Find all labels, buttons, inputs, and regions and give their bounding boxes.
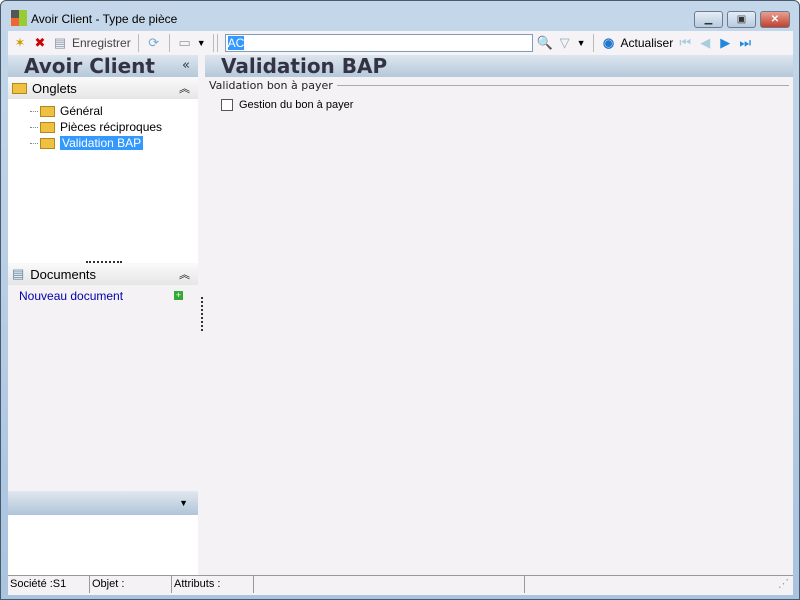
sync-icon[interactable]: ⟳ bbox=[146, 35, 162, 51]
new-document-link[interactable]: Nouveau document bbox=[19, 289, 123, 303]
save-icon[interactable]: ▤ bbox=[52, 35, 68, 51]
tree-item-label: Pièces réciproques bbox=[60, 120, 163, 134]
app-window: Avoir Client - Type de pièce ▁ ▣ ✕ ✶ ✖ ▤… bbox=[0, 0, 800, 600]
vertical-splitter[interactable] bbox=[201, 297, 203, 331]
panel-options-button[interactable]: ▼ bbox=[8, 491, 198, 515]
folder-icon bbox=[12, 82, 27, 94]
gestion-bap-checkbox[interactable]: Gestion du bon à payer bbox=[221, 99, 353, 111]
app-icon bbox=[11, 10, 27, 26]
documents-section-header[interactable]: ▤ Documents ︽ bbox=[8, 263, 198, 285]
status-attributs: Attributs : bbox=[172, 576, 254, 593]
checkbox-box[interactable] bbox=[221, 99, 233, 111]
tree-item-general[interactable]: Général bbox=[30, 103, 103, 119]
new-icon[interactable]: ✶ bbox=[12, 35, 28, 51]
search-input[interactable]: AC bbox=[224, 34, 533, 52]
documents-section-label: Documents bbox=[30, 266, 97, 282]
folder-icon bbox=[40, 121, 55, 133]
tree-item-label: Général bbox=[60, 104, 103, 118]
main-title-text: Validation BAP bbox=[221, 54, 388, 78]
collapse-icon[interactable]: ︽ bbox=[179, 80, 190, 96]
status-bar: Société :S1 Objet : Attributs : ⋰ bbox=[8, 575, 793, 593]
resize-grip[interactable]: ⋰ bbox=[525, 576, 793, 593]
tree-item-label: Validation BAP bbox=[60, 136, 144, 150]
main-panel: Validation BAP Validation bon à payer Ge… bbox=[205, 54, 793, 575]
tabs-tree: Général Pièces réciproques Validation BA… bbox=[8, 99, 198, 263]
collapse-panel-button[interactable]: « bbox=[182, 58, 190, 73]
close-button[interactable]: ✕ bbox=[760, 11, 790, 28]
filter-icon[interactable]: ▽ bbox=[557, 35, 573, 51]
panel-title: Avoir Client « bbox=[8, 54, 198, 78]
validation-group: Validation bon à payer bbox=[209, 79, 789, 92]
next-record-icon[interactable]: ▶ bbox=[717, 35, 733, 51]
print-dropdown-icon[interactable]: ▼ bbox=[197, 38, 206, 48]
search-value: AC bbox=[227, 36, 245, 50]
collapse-icon[interactable]: ︽ bbox=[179, 266, 190, 282]
print-icon[interactable]: ▭ bbox=[177, 35, 193, 51]
maximize-button[interactable]: ▣ bbox=[727, 11, 756, 28]
left-panel: Avoir Client « Onglets ︽ Général Pièces ré… bbox=[8, 54, 198, 575]
filter-dropdown-icon[interactable]: ▼ bbox=[577, 38, 586, 48]
refresh-icon[interactable]: ◉ bbox=[601, 35, 617, 51]
add-icon[interactable]: + bbox=[174, 291, 183, 300]
folder-icon bbox=[40, 105, 55, 117]
panel-title-text: Avoir Client bbox=[24, 54, 155, 78]
toolbar: ✶ ✖ ▤ Enregistrer ⟳ ▭ ▼ AC 🔍 ▽ ▼ ◉ Actua… bbox=[8, 31, 793, 55]
group-label: Validation bon à payer bbox=[209, 79, 333, 92]
minimize-button[interactable]: ▁ bbox=[694, 11, 723, 28]
open-folder-icon bbox=[40, 137, 55, 149]
tabs-section-label: Onglets bbox=[32, 80, 77, 96]
save-button[interactable]: Enregistrer bbox=[72, 36, 131, 50]
search-icon[interactable]: 🔍 bbox=[537, 35, 553, 51]
window-title: Avoir Client - Type de pièce bbox=[31, 12, 178, 26]
refresh-button[interactable]: Actualiser bbox=[621, 36, 674, 50]
delete-icon[interactable]: ✖ bbox=[32, 35, 48, 51]
main-title: Validation BAP bbox=[205, 54, 793, 78]
status-objet: Objet : bbox=[90, 576, 172, 593]
document-icon: ▤ bbox=[12, 266, 25, 281]
previous-record-icon[interactable]: ◀ bbox=[697, 35, 713, 51]
first-record-icon[interactable]: ⏮ bbox=[677, 35, 693, 51]
tree-item-pieces-reciproques[interactable]: Pièces réciproques bbox=[30, 119, 162, 135]
tabs-section-header[interactable]: Onglets ︽ bbox=[8, 77, 198, 99]
tree-item-validation-bap[interactable]: Validation BAP bbox=[30, 135, 144, 151]
status-societe: Société :S1 bbox=[8, 576, 90, 593]
status-empty bbox=[254, 576, 525, 593]
last-record-icon[interactable]: ⏭ bbox=[737, 35, 753, 51]
checkbox-label: Gestion du bon à payer bbox=[239, 99, 354, 111]
